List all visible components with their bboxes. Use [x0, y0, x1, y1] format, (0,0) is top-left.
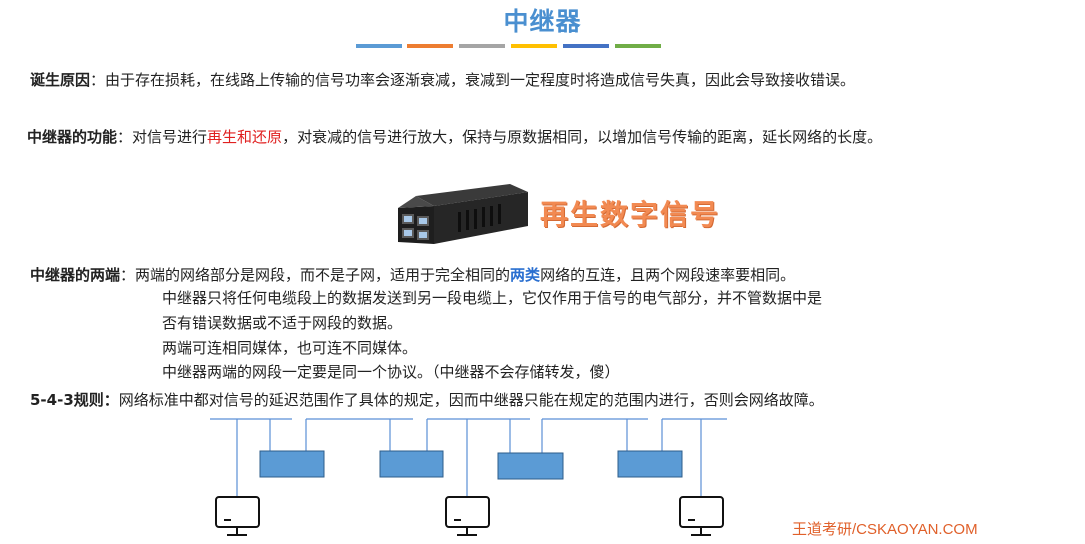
title-underline-3: [459, 44, 505, 48]
ends-line-3: 否有错误数据或不适于网段的数据。: [162, 314, 403, 332]
host-computer-2: [445, 496, 490, 536]
ends-line-5: 中继器两端的网段一定要是同一个协议。（中继器不会存储转发，傻）: [162, 363, 620, 381]
origin-paragraph: 诞生原因：由于存在损耗，在线路上传输的信号功率会逐渐衰减，衰减到一定程度时将造成…: [30, 69, 1020, 91]
repeater-box-1: [259, 450, 325, 478]
ends-line1-after: 网络的互连，且两个网段速率要相同。: [540, 266, 796, 284]
function-text-before: 对信号进行: [132, 128, 208, 146]
ends-line1-before: 两端的网络部分是网段，而不是子网，适用于完全相同的: [135, 266, 511, 284]
repeater-device-image: [398, 184, 528, 244]
ends-line1-highlight: 两类: [510, 266, 541, 284]
origin-text: 由于存在损耗，在线路上传输的信号功率会逐渐衰减，衰减到一定程度时将造成信号失真，…: [105, 71, 856, 89]
title-underline-5: [563, 44, 609, 48]
title-underline-2: [407, 44, 453, 48]
function-label: 中继器的功能: [27, 128, 118, 146]
host-computer-3: [679, 496, 724, 536]
title-underline-6: [615, 44, 661, 48]
ends-sep: ：: [120, 266, 136, 284]
host-computer-1: [215, 496, 260, 536]
repeater-box-4: [617, 450, 683, 478]
title-underline-4: [511, 44, 557, 48]
repeater-box-2: [379, 450, 444, 478]
page-title: 中继器: [503, 7, 582, 36]
ends-line-2: 中继器只将任何电缆段上的数据发送到另一段电缆上，它仅作用于信号的电气部分，并不管…: [162, 289, 823, 307]
regenerate-digital-signal-label: 再生数字信号: [540, 198, 721, 231]
function-paragraph: 中继器的功能：对信号进行再生和还原，对衰减的信号进行放大，保持与原数据相同，以增…: [27, 126, 1017, 148]
function-highlight: 再生和还原: [207, 128, 283, 146]
rule-paragraph: 5-4-3规则：网络标准中都对信号的延迟范围作了具体的规定，因而中继器只能在规定…: [30, 389, 824, 411]
ends-label: 中继器的两端: [30, 266, 121, 284]
title-underline-1: [356, 44, 402, 48]
ends-line-1: 中继器的两端：两端的网络部分是网段，而不是子网，适用于完全相同的两类网络的互连，…: [30, 264, 795, 286]
rule-text: 网络标准中都对信号的延迟范围作了具体的规定，因而中继器只能在规定的范围内进行，否…: [118, 391, 824, 409]
function-text-after: ，对衰减的信号进行放大，保持与原数据相同，以增加信号传输的距离，延长网络的长度。: [282, 128, 883, 146]
repeater-box-3: [497, 452, 564, 480]
ends-line-4: 两端可连相同媒体，也可连不同媒体。: [162, 339, 418, 357]
rule-label: 5-4-3规则：: [30, 391, 119, 409]
origin-label: 诞生原因: [30, 71, 91, 89]
origin-sep: ：: [90, 71, 106, 89]
credit-text: 王道考研/CSKAOYAN.COM: [792, 521, 978, 538]
function-sep: ：: [117, 128, 133, 146]
